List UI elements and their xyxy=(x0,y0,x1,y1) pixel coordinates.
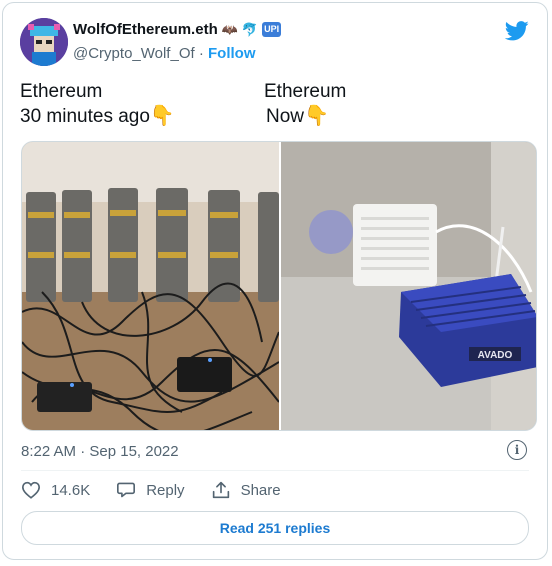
text-left-line1: Ethereum xyxy=(20,81,103,102)
tweet-text-left: Ethereum 30 minutes ago👇 xyxy=(20,80,175,129)
twitter-bird-icon[interactable] xyxy=(504,21,529,46)
heart-icon xyxy=(21,481,41,499)
tweet-text-right: Ethereum Now👇 xyxy=(264,80,346,129)
separator: · xyxy=(198,45,204,62)
reply-button[interactable]: Reply xyxy=(116,481,185,499)
reply-bubble-icon xyxy=(117,482,136,498)
avado-node-photo[interactable]: AVADO xyxy=(281,142,536,430)
share-button[interactable]: Share xyxy=(211,481,281,499)
text-left-line2-row: 30 minutes ago👇 xyxy=(20,104,175,129)
mining-rig-photo[interactable] xyxy=(22,142,280,430)
reply-label: Reply xyxy=(146,481,185,499)
info-icon[interactable]: i xyxy=(507,440,527,460)
display-name[interactable]: WolfOfEthereum.eth xyxy=(73,21,218,38)
author-handle[interactable]: @Crypto_Wolf_Of xyxy=(73,45,195,62)
text-right-line2-row: Now👇 xyxy=(264,104,346,129)
divider xyxy=(21,470,529,471)
pointing-down-emoji-icon: 👇 xyxy=(149,105,175,127)
handle-row: @Crypto_Wolf_Of · Follow xyxy=(73,45,256,62)
read-replies-button[interactable]: Read 251 replies xyxy=(21,511,529,545)
text-right-line2: Now xyxy=(266,106,305,127)
text-left-line2: 30 minutes ago xyxy=(20,106,150,127)
tweet-timestamp[interactable]: 8:22 AM · Sep 15, 2022 xyxy=(21,443,179,460)
avatar[interactable] xyxy=(20,18,68,66)
follow-button[interactable]: Follow xyxy=(208,45,256,62)
text-right-line1: Ethereum xyxy=(264,81,347,102)
share-icon xyxy=(212,481,229,499)
like-button[interactable]: 14.6K xyxy=(21,481,90,499)
dolphin-emoji-icon: 🐬 xyxy=(241,21,259,37)
upi-badge: UPI xyxy=(262,22,282,37)
svg-text:AVADO: AVADO xyxy=(478,350,513,361)
bat-emoji-icon: 🦇 xyxy=(221,21,238,37)
tweet-media[interactable]: AVADO xyxy=(21,141,537,431)
like-count: 14.6K xyxy=(51,481,91,499)
share-label: Share xyxy=(240,481,281,499)
author-name-row: WolfOfEthereum.eth 🦇 🐬 UPI xyxy=(73,21,282,38)
pointing-down-emoji-icon: 👇 xyxy=(304,105,329,127)
tweet-card: WolfOfEthereum.eth 🦇 🐬 UPI @Crypto_Wolf_… xyxy=(2,2,548,560)
tweet-actions: 14.6K Reply Share xyxy=(21,481,307,499)
